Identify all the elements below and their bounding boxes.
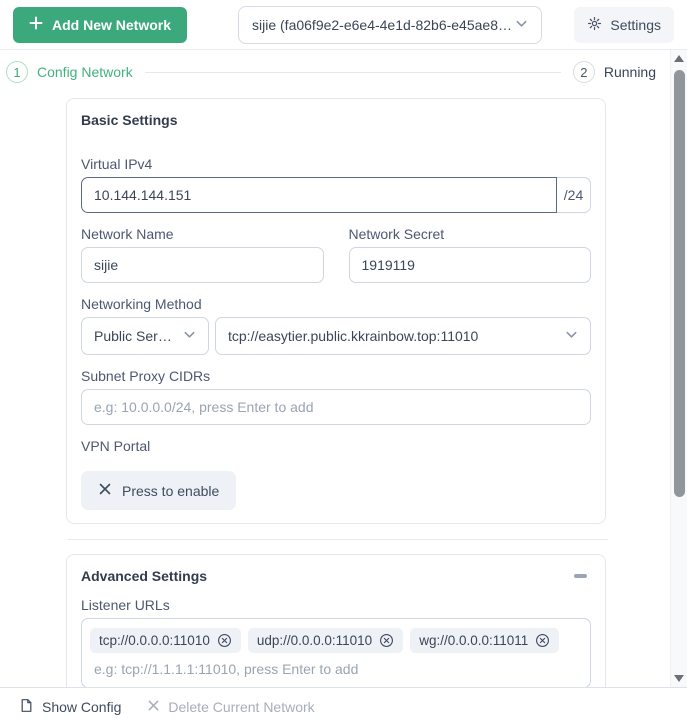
remove-chip-icon[interactable]: [535, 633, 550, 648]
listener-urls-text-input[interactable]: [90, 661, 558, 677]
chip-label: wg://0.0.0.0:11011: [419, 633, 529, 648]
step-1-label: Config Network: [37, 64, 133, 80]
step-config-network[interactable]: 1 Config Network: [6, 61, 133, 83]
chip-label: tcp://0.0.0.0:11010: [99, 633, 210, 648]
delete-current-network-label: Delete Current Network: [168, 698, 315, 715]
name-secret-row: Network Name Network Secret: [81, 213, 591, 283]
method-type-value: Public Server: [94, 328, 175, 344]
listener-urls-label: Listener URLs: [81, 597, 170, 613]
vpn-portal-button-label: Press to enable: [122, 482, 220, 499]
collapse-section-button[interactable]: [569, 568, 591, 584]
advanced-settings-title: Advanced Settings: [81, 568, 208, 584]
x-icon: [98, 482, 112, 499]
show-config-label: Show Config: [42, 698, 122, 715]
network-selector-value: sijie (fa06f9e2-e6e4-4e1d-82b6-e45ae8c05…: [252, 16, 515, 33]
virtual-ipv4-label: Virtual IPv4: [81, 156, 153, 172]
network-selector-dropdown[interactable]: sijie (fa06f9e2-e6e4-4e1d-82b6-e45ae8c05…: [238, 5, 543, 44]
vpn-portal-enable-button[interactable]: Press to enable: [81, 471, 237, 510]
subnet-proxy-label: Subnet Proxy CIDRs: [81, 368, 211, 384]
public-server-dropdown[interactable]: tcp://easytier.public.kkrainbow.top:1101…: [215, 317, 591, 355]
stepper-connector: [144, 71, 561, 73]
stepper: 1 Config Network 2 Running: [0, 50, 670, 94]
settings-label: Settings: [610, 16, 661, 33]
chevron-down-icon: [183, 328, 196, 344]
settings-button[interactable]: Settings: [574, 6, 674, 43]
network-name-input[interactable]: [81, 247, 324, 283]
gear-icon: [587, 16, 602, 34]
basic-settings-title: Basic Settings: [81, 112, 178, 128]
networking-method-row: Public Server tcp://easytier.public.kkra…: [81, 317, 591, 355]
scroll-content: 1 Config Network 2 Running Basic Setting…: [0, 50, 670, 687]
subnet-proxy-input[interactable]: [81, 389, 591, 425]
add-new-network-label: Add New Network: [52, 16, 172, 33]
step-2-label: Running: [603, 64, 656, 80]
scrollbar-thumb[interactable]: [674, 70, 685, 497]
network-secret-input[interactable]: [348, 247, 591, 283]
scroll-body: 1 Config Network 2 Running Basic Setting…: [0, 50, 687, 687]
network-name-field: Network Name: [81, 213, 324, 283]
chevron-down-icon: [565, 328, 578, 344]
top-toolbar: Add New Network sijie (fa06f9e2-e6e4-4e1…: [0, 0, 687, 50]
delete-current-network-button[interactable]: Delete Current Network: [147, 698, 315, 715]
advanced-settings-card: Advanced Settings Listener URLs tcp://0.…: [66, 554, 606, 687]
network-secret-label: Network Secret: [348, 226, 445, 242]
scroll-up-arrow-icon[interactable]: [674, 55, 684, 62]
step-running[interactable]: 2 Running: [572, 61, 656, 83]
virtual-ipv4-group: /24: [81, 177, 591, 213]
listener-urls-chips-input[interactable]: tcp://0.0.0.0:11010 udp://0.0.0.0:11010: [81, 618, 591, 687]
cidr-suffix-addon: /24: [557, 177, 591, 213]
scroll-down-arrow-icon[interactable]: [674, 675, 684, 682]
advanced-settings-header: Advanced Settings: [81, 568, 591, 584]
listener-urls-chips: tcp://0.0.0.0:11010 udp://0.0.0.0:11010: [90, 628, 582, 653]
listener-chip: wg://0.0.0.0:11011: [410, 628, 560, 653]
add-new-network-button[interactable]: Add New Network: [13, 6, 188, 43]
file-icon: [19, 698, 34, 716]
x-icon: [147, 699, 160, 715]
app-window: Add New Network sijie (fa06f9e2-e6e4-4e1…: [0, 0, 687, 725]
section-divider: [68, 539, 608, 540]
show-config-button[interactable]: Show Config: [19, 698, 121, 716]
listener-chip: udp://0.0.0.0:11010: [247, 628, 404, 653]
network-name-label: Network Name: [81, 226, 174, 242]
public-server-value: tcp://easytier.public.kkrainbow.top:1101…: [228, 328, 479, 344]
plus-icon: [29, 16, 43, 33]
basic-settings-card: Basic Settings Virtual IPv4 /24 Network …: [66, 98, 606, 524]
virtual-ipv4-input[interactable]: [81, 177, 557, 213]
chip-label: udp://0.0.0.0:11010: [256, 633, 373, 648]
remove-chip-icon[interactable]: [217, 633, 232, 648]
networking-method-label: Networking Method: [81, 296, 202, 312]
minus-icon: [573, 574, 587, 578]
step-2-circle: 2: [572, 61, 595, 83]
network-secret-field: Network Secret: [348, 213, 591, 283]
method-type-dropdown[interactable]: Public Server: [81, 317, 209, 355]
remove-chip-icon[interactable]: [379, 633, 394, 648]
vertical-scrollbar[interactable]: [670, 50, 687, 687]
chevron-down-icon: [515, 17, 528, 33]
listener-chip: tcp://0.0.0.0:11010: [90, 628, 241, 653]
bottom-action-bar: Show Config Delete Current Network: [0, 687, 687, 725]
step-1-circle: 1: [6, 61, 28, 83]
vpn-portal-label: VPN Portal: [81, 438, 151, 454]
